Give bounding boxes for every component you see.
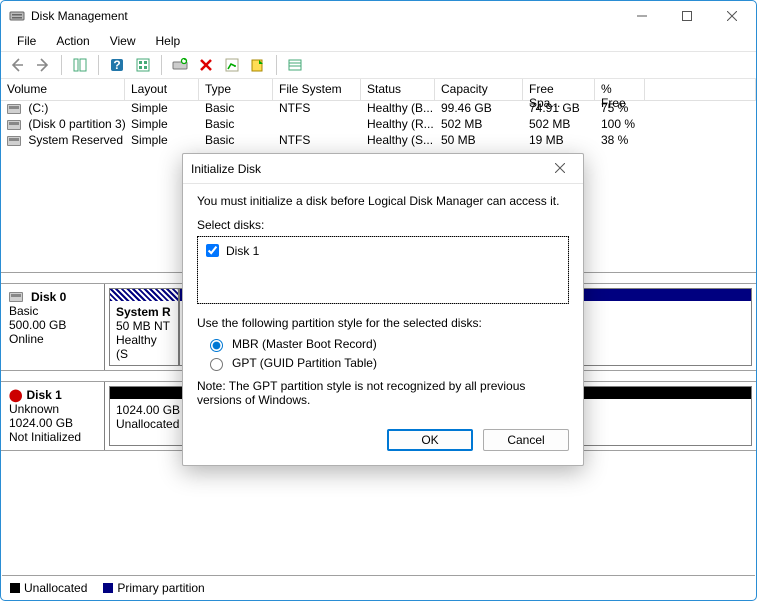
ok-button[interactable]: OK (387, 429, 473, 451)
disk1-label: Disk 1 (226, 244, 259, 258)
window-title: Disk Management (31, 9, 619, 23)
disk0-type: Basic (9, 304, 96, 318)
gpt-label: GPT (GUID Partition Table) (232, 356, 377, 370)
maximize-button[interactable] (664, 2, 709, 30)
part-line3: Healthy (S (116, 333, 157, 361)
volume-row[interactable]: System ReservedSimpleBasicNTFSHealthy (S… (1, 133, 756, 149)
disk0-name: Disk 0 (31, 290, 66, 304)
disk1-state: Not Initialized (9, 430, 96, 444)
dialog-intro: You must initialize a disk before Logica… (197, 194, 569, 208)
gpt-option[interactable]: GPT (GUID Partition Table) (205, 355, 569, 371)
volume-header: Volume Layout Type File System Status Ca… (1, 79, 756, 101)
col-pct[interactable]: % Free (595, 79, 645, 100)
mbr-option[interactable]: MBR (Master Boot Record) (205, 336, 569, 352)
delete-button[interactable] (194, 53, 218, 77)
app-icon (9, 8, 25, 24)
partition-system-reserved[interactable]: System R 50 MB NT Healthy (S (109, 288, 179, 366)
dialog-select-label: Select disks: (197, 218, 569, 232)
toolbar: ? (1, 51, 756, 79)
disk0-size: 500.00 GB (9, 318, 96, 332)
initialize-disk-dialog: Initialize Disk You must initialize a di… (182, 153, 584, 466)
mbr-radio[interactable] (210, 339, 223, 352)
dialog-note: Note: The GPT partition style is not rec… (197, 379, 569, 407)
disk-info-0: Disk 0 Basic 500.00 GB Online (1, 284, 105, 370)
col-volume[interactable]: Volume (1, 79, 125, 100)
col-spacer (645, 79, 756, 100)
back-button[interactable] (5, 53, 29, 77)
legend: Unallocated Primary partition (2, 575, 755, 599)
col-capacity[interactable]: Capacity (435, 79, 523, 100)
disk0-state: Online (9, 332, 96, 346)
gpt-radio[interactable] (210, 358, 223, 371)
dialog-close-button[interactable] (545, 162, 575, 176)
unalloc-size: 1024.00 GB (116, 403, 180, 417)
menu-action[interactable]: Action (46, 32, 99, 50)
menu-help[interactable]: Help (146, 32, 191, 50)
mbr-label: MBR (Master Boot Record) (232, 337, 377, 351)
partition-style-label: Use the following partition style for th… (197, 316, 569, 330)
volume-row[interactable]: (C:)SimpleBasicNTFSHealthy (B...99.46 GB… (1, 101, 756, 117)
settings-button[interactable] (131, 53, 155, 77)
legend-unalloc-swatch (10, 583, 20, 593)
disk-warning-icon: ⬤ (9, 388, 22, 402)
cancel-button[interactable]: Cancel (483, 429, 569, 451)
titlebar[interactable]: Disk Management (1, 1, 756, 31)
col-layout[interactable]: Layout (125, 79, 199, 100)
show-hide-button[interactable] (68, 53, 92, 77)
disk1-name: Disk 1 (26, 388, 61, 402)
volume-row[interactable]: (Disk 0 partition 3)SimpleBasicHealthy (… (1, 117, 756, 133)
disk-info-1: ⬤ Disk 1 Unknown 1024.00 GB Not Initializ… (1, 382, 105, 450)
help-button[interactable]: ? (105, 53, 129, 77)
disk-select-item[interactable]: Disk 1 (202, 241, 564, 260)
close-button[interactable] (709, 2, 754, 30)
part-title: System R (116, 305, 171, 319)
disk1-type: Unknown (9, 402, 96, 416)
col-fs[interactable]: File System (273, 79, 361, 100)
refresh-button[interactable] (168, 53, 192, 77)
menubar: File Action View Help (1, 31, 756, 51)
properties-button[interactable] (220, 53, 244, 77)
forward-button[interactable] (31, 53, 55, 77)
disk-management-window: Disk Management File Action View Help ? … (0, 0, 757, 601)
minimize-button[interactable] (619, 2, 664, 30)
disk-icon (9, 292, 23, 302)
disk1-checkbox[interactable] (206, 244, 219, 257)
disk-select-list[interactable]: Disk 1 (197, 236, 569, 304)
unalloc-label: Unallocated (116, 417, 179, 431)
menu-view[interactable]: View (100, 32, 146, 50)
legend-primary: Primary partition (117, 581, 204, 595)
legend-unalloc: Unallocated (24, 581, 87, 595)
legend-primary-swatch (103, 583, 113, 593)
col-type[interactable]: Type (199, 79, 273, 100)
action-button[interactable] (246, 53, 270, 77)
menu-file[interactable]: File (7, 32, 46, 50)
svg-text:?: ? (113, 58, 120, 72)
list-button[interactable] (283, 53, 307, 77)
dialog-titlebar[interactable]: Initialize Disk (183, 154, 583, 184)
col-free[interactable]: Free Spa... (523, 79, 595, 100)
part-line2: 50 MB NT (116, 319, 170, 333)
dialog-title: Initialize Disk (191, 162, 545, 176)
col-status[interactable]: Status (361, 79, 435, 100)
disk1-size: 1024.00 GB (9, 416, 96, 430)
